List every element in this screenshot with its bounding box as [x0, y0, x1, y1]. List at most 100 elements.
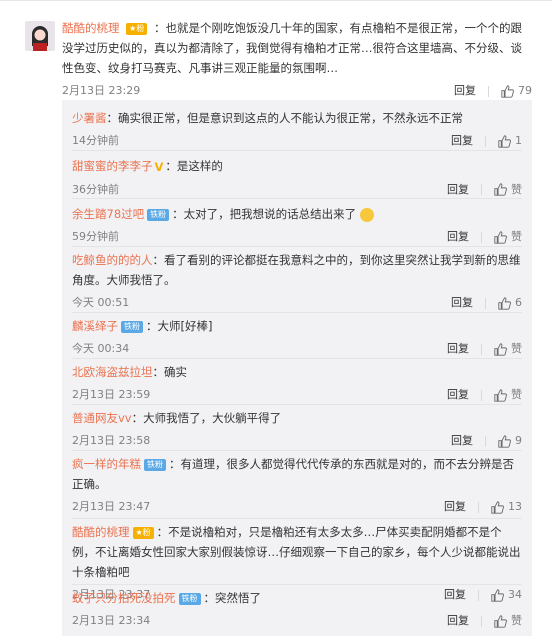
reply-username[interactable]: 甜蜜蜜的李李子: [72, 159, 153, 173]
reply-divider: [72, 450, 522, 451]
reply-meta: 今天 00:34 回复 赞: [72, 340, 522, 358]
gold-fan-badge: ★粉: [126, 22, 148, 35]
thumbs-up-icon: [498, 434, 511, 448]
reply-item: 甜蜜蜜的李李子 V ：是这样的 36分钟前 回复 赞: [72, 156, 522, 199]
reply-button[interactable]: 回复: [447, 181, 469, 199]
reply-divider: [72, 150, 522, 151]
reply-username[interactable]: 疯一样的年糕: [72, 457, 141, 471]
reply-item: 普通网友vv：大师我悟了，大伙躺平得了 2月13日 23:58 回复 9: [72, 408, 522, 450]
reply-button[interactable]: 回复: [454, 82, 476, 100]
reply-button[interactable]: 回复: [451, 294, 473, 312]
reply-item: 余生踏78过吧 铁粉 ：太对了，把我想说的话总结出来了 59分钟前 回复 赞: [72, 204, 522, 246]
reply-time: 2月13日 23:59: [72, 388, 151, 401]
divider: [478, 501, 479, 513]
laughing-emoji-icon: [359, 207, 374, 222]
like-count: 9: [515, 434, 522, 447]
like-button[interactable]: 6: [498, 294, 522, 312]
reply-button[interactable]: 回复: [447, 386, 469, 404]
reply-button[interactable]: 回复: [447, 228, 469, 246]
like-button[interactable]: 赞: [494, 228, 522, 246]
like-button[interactable]: 赞: [494, 386, 522, 404]
reply-text: ：大师[好棒]: [146, 319, 213, 333]
reply-time: 2月13日 23:58: [72, 434, 151, 447]
reply-text: ：确实很正常，但是意识到这点的人不能认为很正常，不然永远不正常: [106, 111, 464, 125]
reply-list: 少署酱：确实很正常，但是意识到这点的人不能认为很正常，不然永远不正常 14分钟前…: [62, 100, 532, 636]
like-button[interactable]: 1: [498, 132, 522, 150]
reply-text: ：大师我悟了，大伙躺平得了: [131, 411, 282, 425]
fan-badge: 铁粉: [147, 208, 170, 221]
thumbs-up-icon: [494, 230, 507, 244]
reply-divider: [72, 312, 522, 313]
reply-time: 今天 00:51: [72, 296, 130, 309]
reply-username[interactable]: 普通网友vv: [72, 411, 132, 425]
reply-username[interactable]: 酷酷的桃理: [72, 525, 130, 539]
avatar[interactable]: [25, 21, 55, 51]
reply-meta: 2月13日 23:47 回复 13: [72, 498, 522, 516]
reply-time: 36分钟前: [72, 182, 119, 196]
reply-divider: [72, 358, 522, 359]
reply-username[interactable]: 余生踏78过吧: [72, 207, 144, 221]
reply-username[interactable]: 北欧海盗兹拉坦: [72, 365, 153, 379]
reply-time: 今天 00:34: [72, 342, 130, 355]
reply-meta: 2月13日 23:58 回复 9: [72, 432, 522, 450]
reply-button[interactable]: 回复: [451, 432, 473, 450]
reply-item: 疯一样的年糕 铁粉 ：有道理，很多人都觉得代代传承的东西就是对的，而不去分辨是否正确…: [72, 454, 522, 516]
like-count: 赞: [511, 614, 522, 627]
main-comment-text: 酷酷的桃理 ★粉 ：也就是个刚吃饱饭没几十年的国家，有点櫓粕不是很正常，一个个的…: [62, 18, 532, 78]
reply-item: 麟溪绎子 铁粉 ：大师[好棒] 今天 00:34 回复 赞: [72, 316, 522, 358]
like-count: 6: [515, 296, 522, 309]
reply-username[interactable]: 麟溪绎子: [72, 319, 118, 333]
like-button[interactable]: 赞: [494, 340, 522, 358]
reply-divider: [72, 404, 522, 405]
reply-button[interactable]: 回复: [447, 340, 469, 358]
reply-time: 2月13日 23:47: [72, 500, 151, 513]
fan-badge: 铁粉: [121, 320, 143, 333]
reply-button[interactable]: 回复: [451, 132, 473, 150]
reply-divider: [72, 246, 522, 247]
thumbs-up-icon: [491, 500, 504, 514]
divider: [485, 435, 486, 447]
like-count: 赞: [511, 182, 522, 196]
reply-item: 北欧海盗兹拉坦：确实 2月13日 23:59 回复 赞: [72, 362, 522, 404]
like-button[interactable]: 赞: [494, 612, 522, 630]
like-count: 赞: [511, 388, 522, 401]
comment-thread: 酷酷的桃理 ★粉 ：也就是个刚吃饱饭没几十年的国家，有点櫓粕不是很正常，一个个的…: [0, 0, 552, 636]
thumbs-up-icon: [494, 183, 507, 196]
main-comment-meta: 2月13日 23:29 回复 79: [62, 82, 532, 100]
reply-meta: 今天 00:51 回复 6: [72, 294, 522, 312]
reply-divider: [72, 584, 522, 585]
reply-divider: [72, 518, 522, 519]
reply-button[interactable]: 回复: [444, 498, 466, 516]
divider: [481, 184, 482, 195]
reply-meta: 2月13日 23:34 回复 赞: [72, 612, 522, 630]
fan-badge: 铁粉: [178, 592, 201, 605]
reply-username[interactable]: 吃鲸鱼的的的人: [72, 253, 153, 267]
reply-meta: 36分钟前 回复 赞: [72, 181, 522, 199]
thumbs-up-icon: [494, 614, 507, 628]
divider: [481, 389, 482, 401]
like-button[interactable]: 赞: [494, 181, 522, 199]
thumbs-up-icon: [494, 388, 507, 402]
reply-text: ：太对了，把我想说的话总结出来了: [172, 207, 357, 221]
reply-item: 蚊子只分拍死没拍死 铁粉 ：突然悟了 2月13日 23:34 回复 赞: [72, 588, 522, 630]
like-button[interactable]: 79: [501, 82, 532, 100]
gold-fan-badge: ★粉: [132, 526, 154, 539]
thumbs-up-icon: [501, 84, 514, 98]
divider: [485, 297, 486, 309]
reply-text: ：突然悟了: [203, 591, 262, 605]
fan-badge: 铁粉: [144, 458, 166, 471]
divider: [481, 615, 482, 627]
reply-text: ：确实: [152, 365, 188, 379]
verified-v-icon: V: [154, 159, 164, 174]
reply-username[interactable]: 少署酱: [72, 111, 107, 125]
reply-username[interactable]: 蚊子只分拍死没拍死: [72, 591, 176, 605]
divider: [481, 343, 482, 355]
like-count: 赞: [511, 230, 522, 243]
like-count: 13: [508, 500, 522, 513]
like-button[interactable]: 9: [498, 432, 522, 450]
like-button[interactable]: 13: [491, 498, 522, 516]
reply-button[interactable]: 回复: [447, 612, 469, 630]
thumbs-up-icon: [498, 296, 511, 310]
main-username[interactable]: 酷酷的桃理: [62, 21, 120, 35]
reply-time: 59分钟前: [72, 230, 119, 243]
